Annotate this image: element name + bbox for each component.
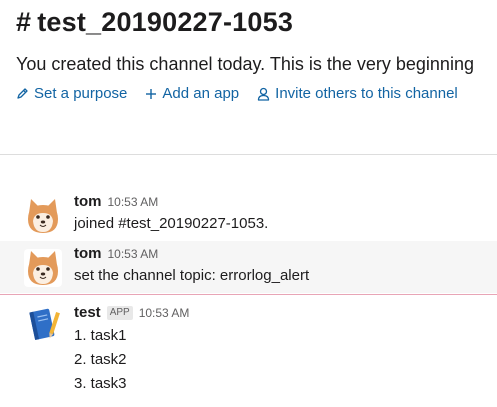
invite-label: Invite others to this channel	[275, 85, 458, 102]
task-line: 2. task2	[74, 351, 127, 368]
message-text: 1. task1 2. task2 3. task3	[74, 324, 489, 396]
message-sender[interactable]: tom	[74, 191, 102, 213]
shiba-avatar-icon	[24, 197, 62, 235]
message-body: tom 10:53 AM set the channel topic: erro…	[74, 243, 489, 287]
shiba-avatar-icon	[24, 249, 62, 287]
notebook-avatar-icon	[24, 305, 62, 343]
message-sender[interactable]: tom	[74, 243, 102, 265]
task-line: 1. task1	[74, 327, 127, 344]
message-text: set the channel topic: errorlog_alert	[74, 267, 310, 284]
message-timestamp[interactable]: 10:53 AM	[108, 191, 159, 213]
plus-icon	[145, 88, 157, 100]
app-badge: APP	[106, 306, 133, 320]
message-sender[interactable]: test	[74, 302, 101, 324]
new-messages-divider	[0, 294, 497, 295]
message-timestamp[interactable]: 10:53 AM	[139, 302, 190, 324]
add-app-link[interactable]: Add an app	[145, 85, 239, 102]
channel-hash: #	[16, 7, 32, 37]
channel-title: # test_20190227-1053	[16, 4, 497, 40]
channel-intro: # test_20190227-1053 You created this cha…	[16, 4, 497, 102]
person-icon	[257, 87, 270, 101]
invite-others-link[interactable]: Invite others to this channel	[257, 85, 458, 102]
set-purpose-label: Set a purpose	[34, 85, 128, 102]
channel-actions: Set a purpose Add an app Invite others t…	[16, 85, 497, 102]
message-item[interactable]: test APP 10:53 AM 1. task1 2. task2 3. t…	[0, 300, 497, 400]
message-text: joined #test_20190227-1053.	[74, 215, 269, 232]
message-body: test APP 10:53 AM 1. task1 2. task2 3. t…	[74, 302, 489, 396]
set-purpose-link[interactable]: Set a purpose	[16, 85, 127, 102]
message-timestamp[interactable]: 10:53 AM	[108, 243, 159, 265]
pencil-icon	[16, 87, 29, 100]
avatar[interactable]	[24, 197, 62, 235]
add-app-label: Add an app	[162, 85, 240, 102]
avatar[interactable]	[24, 305, 62, 343]
task-line: 3. task3	[74, 375, 127, 392]
section-divider	[0, 154, 497, 155]
message-item[interactable]: tom 10:53 AM joined #test_20190227-1053.	[0, 189, 497, 241]
message-meta: tom 10:53 AM	[74, 243, 489, 265]
avatar[interactable]	[24, 249, 62, 287]
message-meta: tom 10:53 AM	[74, 191, 489, 213]
message-meta: test APP 10:53 AM	[74, 302, 489, 324]
channel-intro-text: You created this channel today. This is …	[16, 54, 474, 74]
message-item[interactable]: tom 10:53 AM set the channel topic: erro…	[0, 241, 497, 293]
message-body: tom 10:53 AM joined #test_20190227-1053.	[74, 191, 489, 235]
channel-name: test_20190227-1053	[37, 7, 294, 37]
